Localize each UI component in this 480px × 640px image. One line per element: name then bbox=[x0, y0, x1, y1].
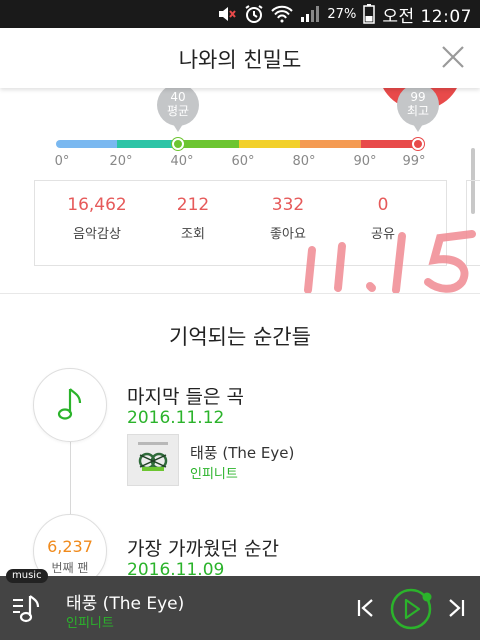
music-badge: music bbox=[6, 569, 48, 583]
next-button[interactable] bbox=[442, 594, 470, 622]
page-header: 나와의 친밀도 bbox=[0, 28, 480, 88]
previous-icon bbox=[357, 599, 373, 617]
average-value: 40 bbox=[170, 90, 186, 104]
signal-icon bbox=[300, 0, 320, 28]
stat-value: 212 bbox=[176, 195, 210, 215]
mute-icon bbox=[217, 0, 237, 28]
alarm-icon bbox=[244, 0, 264, 28]
status-bar: 27% 오전 12:07 bbox=[0, 0, 480, 28]
average-marker bbox=[172, 138, 184, 150]
intimacy-content[interactable]: 40 평균 99 최고 0° 20° 40° 60° 80° 90° 99° 1… bbox=[0, 88, 480, 576]
tick-label: 80° bbox=[292, 154, 316, 169]
playlist-icon bbox=[13, 595, 40, 623]
page-title: 나와의 친밀도 bbox=[178, 48, 302, 72]
stat-value: 16,462 bbox=[67, 195, 127, 215]
stat-label: 음악감상 bbox=[73, 227, 121, 242]
clock: 오전 12:07 bbox=[382, 6, 472, 27]
tick-label: 99° bbox=[402, 154, 426, 169]
tick-label: 60° bbox=[231, 154, 255, 169]
average-bubble-tail bbox=[173, 124, 183, 132]
stat-value: 332 bbox=[271, 195, 305, 215]
playlist-button[interactable] bbox=[8, 588, 48, 628]
gauge-ticks: 0° 20° 40° 60° 80° 90° 99° bbox=[0, 154, 480, 174]
tick-label: 0° bbox=[54, 154, 70, 169]
gauge-segment bbox=[178, 140, 239, 148]
last-song-artist[interactable]: 인피니트 bbox=[190, 463, 238, 482]
stat-views: 212 조회 bbox=[148, 195, 238, 242]
section-title: 기억되는 순간들 bbox=[169, 325, 311, 349]
average-label: 평균 bbox=[166, 104, 190, 118]
moment-date: 2016.11.12 bbox=[127, 408, 225, 428]
gauge-segment bbox=[117, 140, 178, 148]
average-bubble: 40 평균 bbox=[157, 88, 199, 126]
max-marker bbox=[412, 138, 424, 150]
moment-date: 2016.11.09 bbox=[127, 560, 225, 576]
intimacy-gauge bbox=[56, 140, 420, 148]
play-icon bbox=[390, 588, 432, 630]
battery-percent: 27% bbox=[327, 6, 357, 22]
tick-label: 20° bbox=[109, 154, 133, 169]
max-bubble-tail bbox=[413, 124, 423, 132]
moment-title: 가장 가까웠던 순간 bbox=[127, 538, 279, 560]
mini-player[interactable]: 태풍 (The Eye) 인피니트 bbox=[0, 576, 480, 640]
stat-label: 조회 bbox=[181, 227, 205, 242]
tick-label: 40° bbox=[170, 154, 194, 169]
album-cover-image bbox=[128, 435, 178, 485]
last-song-circle bbox=[33, 368, 107, 442]
section-divider bbox=[0, 293, 480, 294]
stat-listens: 16,462 음악감상 bbox=[52, 195, 142, 242]
stat-value: 0 bbox=[377, 195, 389, 215]
max-label: 최고 bbox=[406, 104, 430, 118]
music-note-icon bbox=[57, 388, 82, 420]
gauge-segment bbox=[300, 140, 361, 148]
gauge-segment bbox=[239, 140, 300, 148]
battery-icon bbox=[363, 0, 376, 28]
play-button[interactable] bbox=[388, 586, 434, 632]
now-playing-title[interactable]: 태풍 (The Eye) bbox=[66, 589, 184, 614]
max-bubble: 99 최고 bbox=[397, 88, 439, 126]
now-playing-artist[interactable]: 인피니트 bbox=[66, 612, 114, 631]
fan-rank-number: 6,237 bbox=[47, 537, 93, 556]
wifi-icon bbox=[271, 0, 294, 28]
handwritten-date-annotation bbox=[304, 230, 476, 294]
album-art[interactable] bbox=[127, 434, 179, 486]
close-button[interactable] bbox=[438, 42, 468, 72]
next-icon bbox=[449, 599, 465, 617]
last-song-title[interactable]: 태풍 (The Eye) bbox=[190, 442, 294, 463]
close-icon bbox=[442, 46, 464, 68]
tick-label: 90° bbox=[353, 154, 377, 169]
moment-title: 마지막 들은 곡 bbox=[127, 386, 244, 408]
max-value: 99 bbox=[410, 90, 426, 104]
gauge-segment bbox=[56, 140, 117, 148]
fan-rank-circle: 6,237 번째 팬 bbox=[33, 514, 107, 576]
previous-button[interactable] bbox=[352, 594, 380, 622]
